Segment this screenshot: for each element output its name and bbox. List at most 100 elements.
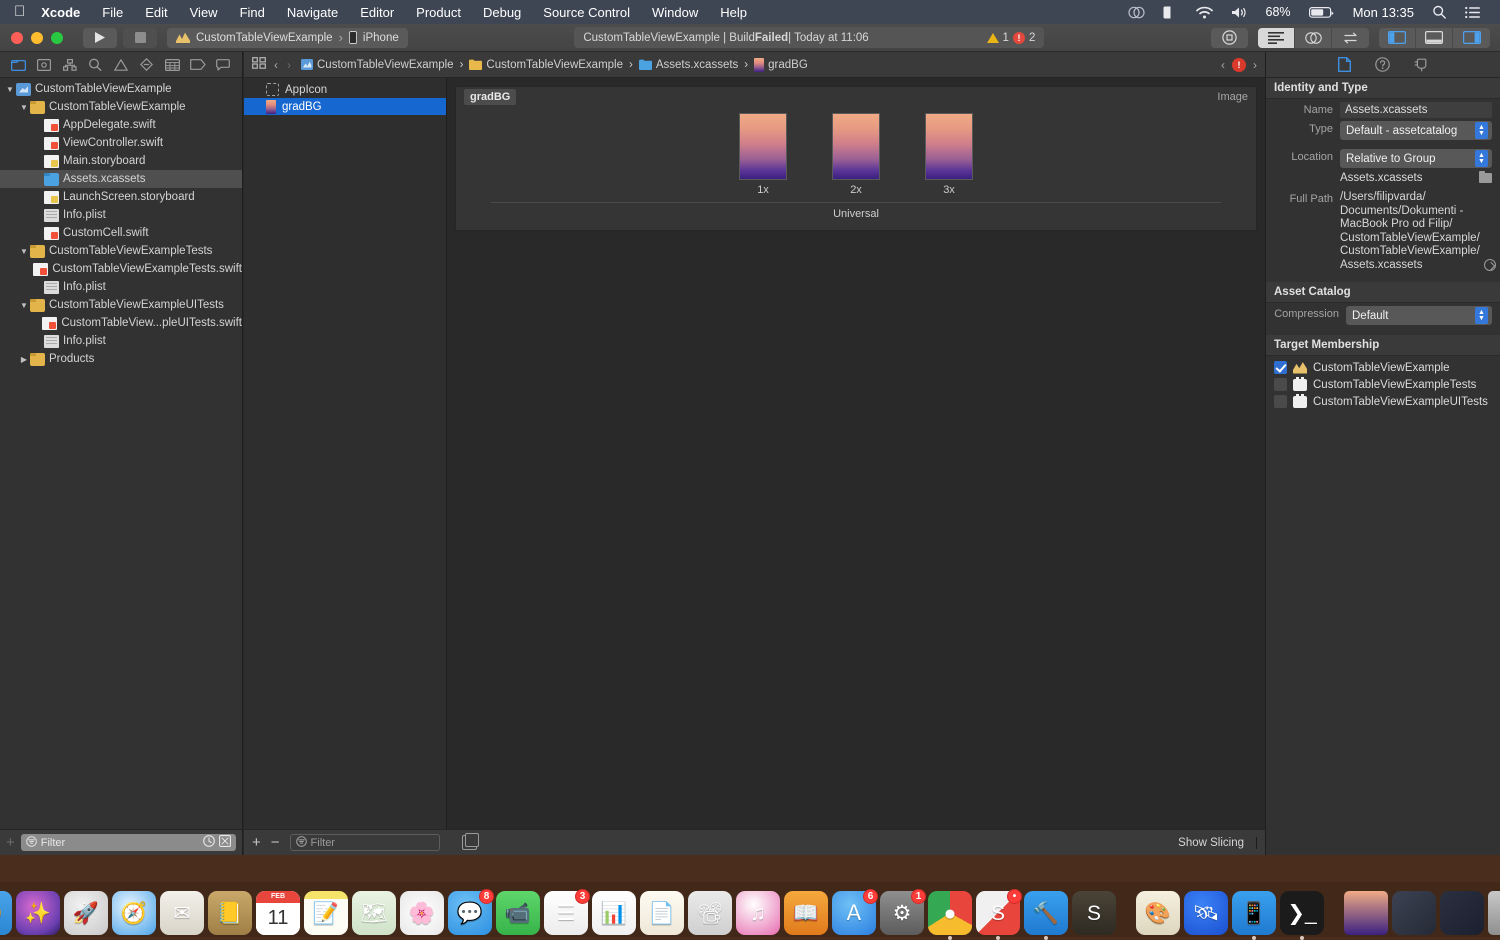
slicing-icon[interactable] bbox=[462, 835, 477, 850]
asset-item-gradbg[interactable]: gradBG bbox=[244, 98, 446, 115]
name-field[interactable]: Assets.xcassets bbox=[1340, 102, 1492, 118]
navigator-filter-field[interactable]: Filter bbox=[21, 834, 236, 851]
target-row[interactable]: CustomTableViewExample bbox=[1266, 359, 1500, 376]
clock-icon[interactable] bbox=[203, 835, 215, 850]
spotlight-search-icon[interactable] bbox=[1423, 5, 1456, 19]
target-row[interactable]: CustomTableViewExampleTests bbox=[1266, 376, 1500, 393]
navigator-row-launchscreen-storyboard[interactable]: LaunchScreen.storyboard bbox=[0, 188, 242, 206]
disclosure-triangle-icon[interactable]: ▼ bbox=[18, 103, 30, 112]
dock-item-sublime-text[interactable]: S bbox=[1072, 891, 1116, 935]
library-button[interactable] bbox=[1211, 28, 1248, 48]
assistant-editor-button[interactable] bbox=[1295, 28, 1332, 48]
dock-item-terminal[interactable]: ❯_ bbox=[1280, 891, 1324, 935]
navigator-row-products[interactable]: ▶Products bbox=[0, 350, 242, 368]
asset-filter-field[interactable]: Filter bbox=[290, 834, 440, 851]
navigator-row-customtableviewexampletests[interactable]: ▼CustomTableViewExampleTests bbox=[0, 242, 242, 260]
breadcrumb-assets[interactable]: Assets.xcassets bbox=[639, 59, 738, 71]
minimize-button[interactable] bbox=[31, 32, 43, 44]
add-asset-button[interactable]: + bbox=[252, 834, 261, 851]
dock-item-slack[interactable]: S• bbox=[976, 891, 1020, 935]
menu-item-debug[interactable]: Debug bbox=[472, 5, 532, 20]
menu-item-file[interactable]: File bbox=[91, 5, 134, 20]
target-row[interactable]: CustomTableViewExampleUITests bbox=[1266, 393, 1500, 410]
type-popup-button[interactable]: Default - assetcatalog ▲▼ bbox=[1340, 121, 1492, 140]
dock-item-maps[interactable]: 🗺 bbox=[352, 891, 396, 935]
menu-item-view[interactable]: View bbox=[179, 5, 229, 20]
file-inspector-tab[interactable] bbox=[1338, 57, 1351, 72]
dock-item-pages[interactable]: 📄 bbox=[640, 891, 684, 935]
dock-item-siri[interactable]: ✨ bbox=[16, 891, 60, 935]
image-slot-2x[interactable]: 2x bbox=[832, 113, 880, 196]
run-button[interactable] bbox=[83, 28, 117, 48]
dock-item-trash[interactable]: 🗑 bbox=[1488, 891, 1500, 935]
forward-button[interactable]: › bbox=[287, 58, 291, 72]
breadcrumb-project[interactable]: CustomTableViewExample bbox=[301, 59, 454, 71]
standard-editor-button[interactable] bbox=[1258, 28, 1295, 48]
test-navigator-tab[interactable] bbox=[136, 56, 158, 74]
image-preview-1x[interactable] bbox=[739, 113, 787, 180]
dock-item-numbers[interactable]: 📊 bbox=[592, 891, 636, 935]
dock-item-minimized-window-2[interactable] bbox=[1440, 891, 1484, 935]
menu-item-navigate[interactable]: Navigate bbox=[276, 5, 349, 20]
issue-navigator-tab[interactable] bbox=[110, 56, 132, 74]
dock-item-google-chrome[interactable]: ● bbox=[928, 891, 972, 935]
disclosure-triangle-icon[interactable]: ▼ bbox=[4, 85, 16, 94]
disclosure-triangle-icon[interactable]: ▼ bbox=[18, 301, 30, 310]
add-file-button[interactable]: + bbox=[6, 834, 15, 851]
navigator-row-customtableview-pleuitests-swift[interactable]: CustomTableView...pleUITests.swift bbox=[0, 314, 242, 332]
menu-item-source-control[interactable]: Source Control bbox=[532, 5, 641, 20]
menu-item-xcode[interactable]: Xcode bbox=[39, 5, 91, 20]
dock-item-itunes[interactable]: ♫ bbox=[736, 891, 780, 935]
image-preview-2x[interactable] bbox=[832, 113, 880, 180]
image-slot-3x[interactable]: 3x bbox=[925, 113, 973, 196]
remove-asset-button[interactable]: − bbox=[271, 834, 280, 851]
displays-icon[interactable] bbox=[1154, 6, 1187, 19]
dock-item-xcode-simulator[interactable]: 📱 bbox=[1232, 891, 1276, 935]
dock-item-contacts[interactable]: 📒 bbox=[208, 891, 252, 935]
dock-item-ibooks[interactable]: 📖 bbox=[784, 891, 828, 935]
dock-item-calendar[interactable]: FEB11 bbox=[256, 891, 300, 935]
navigator-row-customtableviewexampleuitests[interactable]: ▼CustomTableViewExampleUITests bbox=[0, 296, 242, 314]
creative-cloud-icon[interactable] bbox=[1119, 6, 1154, 19]
scheme-selector[interactable]: CustomTableViewExample › iPhone bbox=[167, 28, 408, 48]
stop-button[interactable] bbox=[123, 28, 157, 48]
activity-status-bar[interactable]: CustomTableViewExample | Build Failed | … bbox=[574, 27, 1044, 48]
dock-item-minimized-window-1[interactable] bbox=[1392, 891, 1436, 935]
dock-item-notes[interactable]: 📝 bbox=[304, 891, 348, 935]
show-slicing-button[interactable]: Show Slicing bbox=[1178, 837, 1257, 849]
notification-center-icon[interactable] bbox=[1456, 6, 1490, 19]
dock-item-xcode[interactable]: 🔨 bbox=[1024, 891, 1068, 935]
breadcrumb-group[interactable]: CustomTableViewExample bbox=[469, 59, 623, 71]
find-navigator-tab[interactable] bbox=[84, 56, 106, 74]
dock-item-postman[interactable]: 🛰 bbox=[1184, 891, 1228, 935]
next-issue-button[interactable]: › bbox=[1253, 58, 1257, 72]
menu-item-help[interactable]: Help bbox=[709, 5, 758, 20]
dock-item-reminders[interactable]: ☰3 bbox=[544, 891, 588, 935]
navigator-row-viewcontroller-swift[interactable]: ViewController.swift bbox=[0, 134, 242, 152]
dock-item-system-preferences[interactable]: ⚙1 bbox=[880, 891, 924, 935]
menu-item-editor[interactable]: Editor bbox=[349, 5, 405, 20]
menu-item-find[interactable]: Find bbox=[229, 5, 276, 20]
apple-menu-icon[interactable]:  bbox=[0, 4, 39, 19]
navigator-row-info-plist[interactable]: Info.plist bbox=[0, 278, 242, 296]
target-checkbox[interactable] bbox=[1274, 395, 1287, 408]
reveal-in-finder-icon[interactable] bbox=[1484, 259, 1496, 271]
menu-item-product[interactable]: Product bbox=[405, 5, 472, 20]
toggle-navigator-button[interactable] bbox=[1379, 28, 1416, 48]
navigator-row-customtableviewexample[interactable]: ▼CustomTableViewExample bbox=[0, 98, 242, 116]
navigator-row-assets-xcassets[interactable]: Assets.xcassets bbox=[0, 170, 242, 188]
dock-item-mail[interactable]: ✉ bbox=[160, 891, 204, 935]
breakpoint-navigator-tab[interactable] bbox=[187, 56, 209, 74]
disclosure-triangle-icon[interactable]: ▶ bbox=[18, 355, 30, 364]
close-button[interactable] bbox=[11, 32, 23, 44]
dock-item-finder[interactable]: 🙂 bbox=[0, 891, 12, 935]
location-popup-button[interactable]: Relative to Group ▲▼ bbox=[1340, 149, 1492, 168]
target-checkbox[interactable] bbox=[1274, 378, 1287, 391]
quick-help-inspector-tab[interactable] bbox=[1375, 57, 1390, 72]
navigator-row-appdelegate-swift[interactable]: AppDelegate.swift bbox=[0, 116, 242, 134]
navigator-row-info-plist[interactable]: Info.plist bbox=[0, 206, 242, 224]
source-control-navigator-tab[interactable] bbox=[33, 56, 55, 74]
navigator-row-info-plist[interactable]: Info.plist bbox=[0, 332, 242, 350]
target-checkbox[interactable] bbox=[1274, 361, 1287, 374]
menu-item-edit[interactable]: Edit bbox=[134, 5, 178, 20]
